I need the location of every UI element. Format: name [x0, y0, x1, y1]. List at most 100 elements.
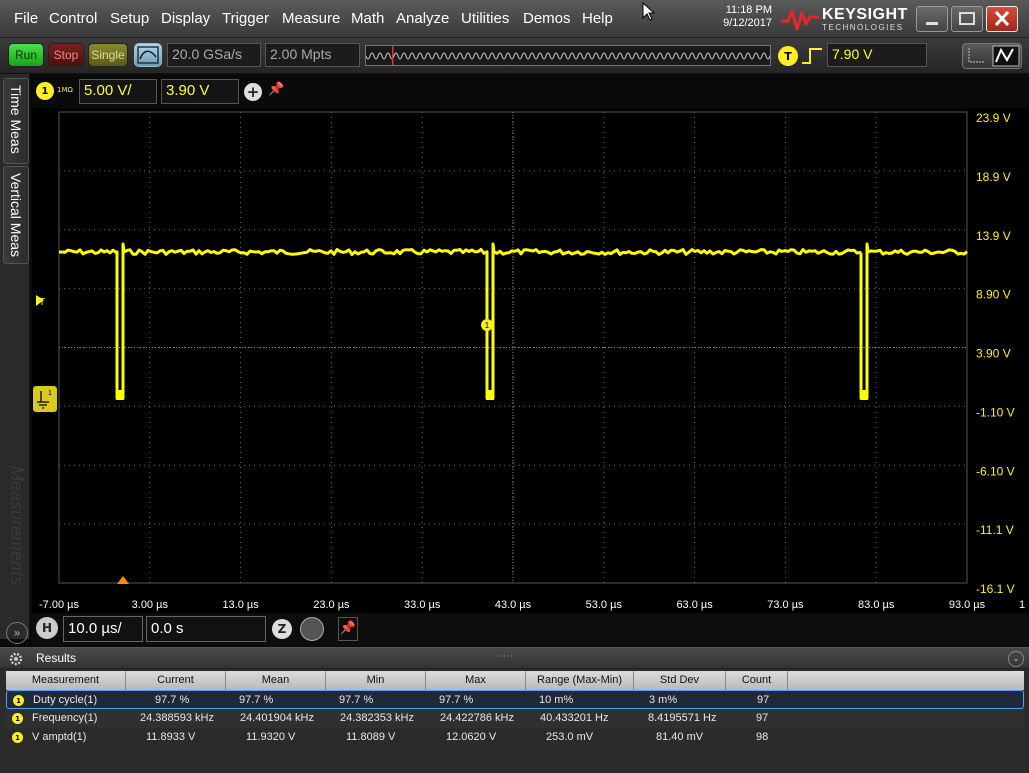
trigger-marker-label: T	[39, 297, 45, 308]
channel-1-badge[interactable]: 1	[36, 82, 54, 100]
time-position-field[interactable]: 0.0 s	[146, 616, 266, 642]
ground-marker-label: 1	[48, 390, 52, 397]
side-panel: Time Meas Vertical Meas Measurements »	[0, 74, 30, 644]
col-std-dev[interactable]: Std Dev	[634, 671, 726, 690]
timebase-pin-icon[interactable]: 📌	[338, 617, 358, 641]
value-range: 253.0 mV	[546, 731, 594, 743]
menu-utilities[interactable]: Utilities	[461, 10, 509, 27]
x-overflow-label: 1	[1019, 599, 1025, 611]
control-toolbar: Run Stop Single 20.0 GSa/s 2.00 Mpts T 7…	[0, 38, 1029, 74]
tab-time-meas[interactable]: Time Meas	[3, 78, 29, 164]
table-row[interactable]: 1 Duty cycle(1) 97.7 % 97.7 % 97.7 % 97.…	[6, 690, 1024, 709]
close-button[interactable]	[986, 6, 1018, 32]
menu-setup[interactable]: Setup	[110, 10, 149, 27]
resize-grip[interactable]: ·····	[496, 652, 514, 661]
col-range[interactable]: Range (Max-Min)	[526, 671, 634, 690]
table-row[interactable]: 1 V amptd(1) 11.8933 V 11.9320 V 11.8089…	[6, 728, 1024, 747]
measurement-name: Duty cycle(1)	[33, 694, 98, 706]
value-count: 97	[757, 694, 770, 706]
mouse-cursor-icon	[642, 2, 656, 21]
keysight-wave-icon	[781, 9, 819, 31]
maximize-button[interactable]	[951, 6, 983, 32]
horizontal-badge[interactable]: H	[36, 617, 58, 639]
x-tick-label: 83.0 µs	[858, 599, 895, 611]
col-mean[interactable]: Mean	[226, 671, 326, 690]
pulse-low-segment	[860, 390, 868, 400]
autoscale-button[interactable]	[134, 43, 162, 67]
channel-1-ground-marker[interactable]	[33, 386, 57, 412]
zoom-button[interactable]: Z	[272, 619, 292, 639]
menu-demos[interactable]: Demos	[523, 10, 571, 27]
value-current: 97.7 %	[155, 694, 190, 706]
menu-measure[interactable]: Measure	[282, 10, 340, 27]
touch-icon	[968, 45, 1020, 67]
tab-vertical-meas-label: Vertical Meas	[8, 173, 24, 258]
menu-file[interactable]: File	[14, 10, 38, 27]
col-min[interactable]: Min	[326, 671, 426, 690]
single-button[interactable]: Single	[88, 43, 128, 67]
y-tick-label: 13.9 V	[976, 229, 1011, 243]
menu-help[interactable]: Help	[582, 10, 613, 27]
waveform-display[interactable]: 23.9 V 18.9 V 13.9 V 8.90 V 3.90 V -1.10 V -6.…	[32, 108, 1029, 613]
run-button[interactable]: Run	[8, 43, 44, 67]
value-mean: 11.9320 V	[246, 731, 296, 743]
y-tick-label: -6.10 V	[976, 464, 1015, 478]
pin-icon[interactable]: 📌	[268, 82, 284, 97]
x-tick-label: 23.0 µs	[313, 599, 350, 611]
minimize-button[interactable]	[916, 6, 948, 32]
trigger-badge[interactable]: T	[778, 46, 798, 66]
channel-offset-field[interactable]: 3.90 V	[161, 79, 239, 104]
measurement-source-badge: 1	[12, 713, 23, 724]
waveform-overview[interactable]	[365, 45, 775, 66]
results-panel: Results ····· ⌄ Measurement Current Mean…	[0, 647, 1029, 773]
restore-icon	[959, 12, 975, 25]
collapse-results-button[interactable]: ⌄	[1008, 651, 1024, 667]
gear-icon[interactable]	[8, 652, 24, 666]
results-table-header: Measurement Current Mean Min Max Range (…	[6, 671, 1024, 690]
col-current[interactable]: Current	[126, 671, 226, 690]
keysight-logo: KEYSIGHT TECHNOLOGIES	[780, 4, 910, 34]
value-std-dev: 3 m%	[649, 694, 678, 706]
value-range: 40.433201 Hz	[540, 712, 609, 724]
measurement-source-badge: 1	[12, 732, 23, 743]
expand-panel-button[interactable]: »	[6, 622, 28, 644]
clock: 11:18 PM 9/12/2017	[700, 4, 772, 30]
stop-button[interactable]: Stop	[48, 43, 84, 67]
timebase-bar: H 10.0 µs/ 0.0 s Z 📌	[32, 613, 1029, 645]
menu-control[interactable]: Control	[49, 10, 97, 27]
add-channel-button[interactable]: +	[244, 83, 262, 101]
value-std-dev: 81.40 mV	[656, 731, 704, 743]
value-current: 11.8933 V	[146, 731, 196, 743]
brand-subtitle: TECHNOLOGIES	[822, 23, 904, 32]
menu-display[interactable]: Display	[161, 10, 210, 27]
trigger-level-display[interactable]: 7.90 V	[827, 43, 927, 67]
menu-math[interactable]: Math	[351, 10, 384, 27]
x-tick-label: 43.0 µs	[495, 599, 532, 611]
col-measurement[interactable]: Measurement	[6, 671, 126, 690]
horizontal-knob[interactable]	[300, 617, 324, 641]
time-scale-field[interactable]: 10.0 µs/	[63, 616, 143, 642]
menu-analyze[interactable]: Analyze	[396, 10, 449, 27]
measurement-name: V amptd(1)	[32, 731, 87, 743]
menu-bar: File Control Setup Display Trigger Measu…	[0, 0, 1029, 38]
channel-scale-field[interactable]: 5.00 V/	[79, 79, 157, 104]
col-max[interactable]: Max	[426, 671, 526, 690]
rising-edge-icon[interactable]	[801, 47, 823, 65]
value-max: 24.422786 kHz	[440, 712, 514, 724]
value-min: 97.7 %	[339, 694, 374, 706]
memory-depth-display: 2.00 Mpts	[265, 43, 360, 67]
overview-waveform	[365, 46, 775, 65]
col-count[interactable]: Count	[726, 671, 788, 690]
value-std-dev: 8.4195571 Hz	[648, 712, 717, 724]
value-mean: 97.7 %	[239, 694, 274, 706]
y-tick-label: -11.1 V	[976, 523, 1014, 537]
channel-1-header: 1 1MΩ 5.00 V/ 3.90 V + 📌	[32, 76, 292, 106]
y-tick-label: 18.9 V	[976, 170, 1011, 184]
tab-vertical-meas[interactable]: Vertical Meas	[3, 166, 29, 264]
menu-trigger[interactable]: Trigger	[222, 10, 269, 27]
value-current: 24.388593 kHz	[140, 712, 214, 724]
table-row[interactable]: 1 Frequency(1) 24.388593 kHz 24.401904 k…	[6, 709, 1024, 728]
x-tick-label: -7.00 µs	[39, 599, 79, 611]
touch-toggle-button[interactable]	[962, 43, 1022, 69]
value-mean: 24.401904 kHz	[240, 712, 314, 724]
